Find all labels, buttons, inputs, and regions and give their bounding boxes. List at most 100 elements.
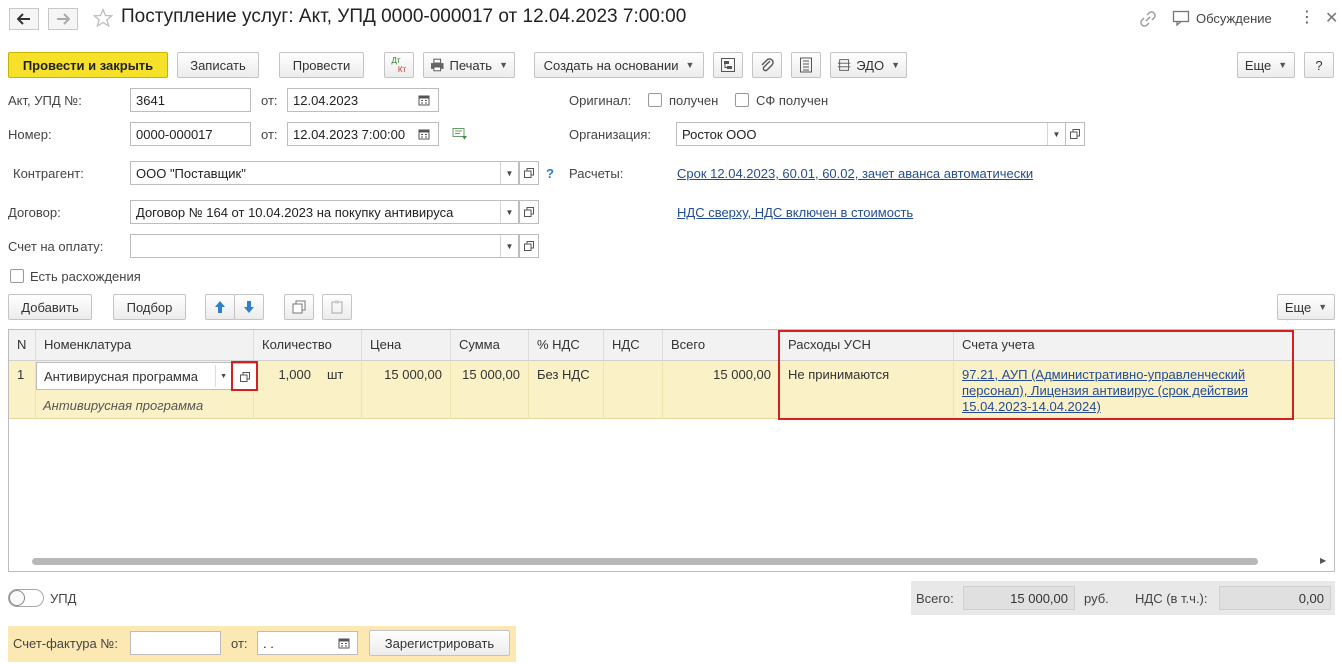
chevron-down-icon[interactable]: ▼ [500,201,518,223]
vat-rate-cell[interactable]: Без НДС [529,361,604,419]
dt-kt-button[interactable]: Дт Кт [384,52,414,78]
print-button[interactable]: Печать ▼ [423,52,515,78]
open-icon [1070,129,1080,139]
payments-link[interactable]: Срок 12.04.2023, 60.01, 60.02, зачет ава… [677,166,1033,181]
close-icon[interactable]: ✕ [1325,8,1338,28]
calendar-icon[interactable] [415,94,433,106]
invoice-field[interactable]: ▼ [130,234,519,258]
sf-received-checkbox[interactable] [735,93,749,107]
chevron-down-icon: ▼ [499,60,508,70]
discussion-label: Обсуждение [1196,10,1272,26]
organization-open-button[interactable] [1065,122,1085,146]
create-based-on-button[interactable]: Создать на основании ▼ [534,52,704,78]
sf-date-field[interactable]: . . [257,631,358,655]
paste-button[interactable] [322,294,352,320]
move-down-button[interactable] [234,294,264,320]
more-button[interactable]: Еще ▼ [1237,52,1295,78]
edo-label: ЭДО [856,57,885,73]
sf-number-field[interactable] [130,631,221,655]
item-input[interactable]: Антивирусная программа ▼ [36,362,235,390]
upd-label: УПД [50,591,77,606]
counterparty-field[interactable]: ООО "Поставщик" ▼ [130,161,519,185]
back-button[interactable] [9,8,39,30]
history-icon[interactable] [452,127,468,144]
chevron-down-icon[interactable]: ▼ [500,235,518,257]
totals-panel: Всего: 15 000,00 руб. НДС (в т.ч.): 0,00 [911,581,1335,615]
act-date-from-label: от: [261,93,278,108]
help-button[interactable]: ? [1304,52,1334,78]
unit-cell[interactable]: шт [319,361,362,419]
discussion-button[interactable]: Обсуждение [1172,10,1272,26]
act-number-field[interactable]: 3641 [130,88,251,112]
counterparty-open-button[interactable] [519,161,539,185]
col-sum[interactable]: Сумма [451,330,529,361]
more-label: Еще [1244,57,1272,73]
price-cell[interactable]: 15 000,00 [362,361,451,419]
copy-row-button[interactable] [284,294,314,320]
col-item[interactable]: Номенклатура [36,330,254,361]
post-and-close-button[interactable]: Провести и закрыть [8,52,168,78]
calendar-icon[interactable] [336,637,352,649]
forward-button[interactable] [48,8,78,30]
quantity-cell[interactable]: 1,000 [262,361,319,419]
open-icon [524,168,534,178]
contract-open-button[interactable] [519,200,539,224]
item-cell[interactable]: Антивирусная программа ▼ Антивирусная пр… [36,361,254,419]
vat-included-label: НДС (в т.ч.): [1135,591,1208,606]
star-icon[interactable] [92,7,114,31]
sum-cell[interactable]: 15 000,00 [451,361,529,419]
open-icon [524,207,534,217]
discrepancy-checkbox[interactable] [10,269,24,283]
number-field[interactable]: 0000-000017 [130,122,251,146]
chevron-down-icon[interactable]: ▼ [500,162,518,184]
number-date-field[interactable]: 12.04.2023 7:00:00 [287,122,439,146]
currency-label: руб. [1084,591,1109,606]
item-subtitle: Антивирусная программа [43,398,204,413]
report-button[interactable] [791,52,821,78]
upd-toggle[interactable] [8,589,44,607]
col-n[interactable]: N [9,330,36,361]
col-total[interactable]: Всего [663,330,780,361]
col-vat-rate[interactable]: % НДС [529,330,604,361]
vat-mode-link[interactable]: НДС сверху, НДС включен в стоимость [677,205,913,220]
link-icon[interactable] [1139,10,1157,31]
contract-label: Договор: [8,205,61,220]
attachments-button[interactable] [752,52,782,78]
col-vat[interactable]: НДС [604,330,663,361]
table-more-button[interactable]: Еще ▼ [1277,294,1335,320]
organization-label: Организация: [569,127,652,142]
post-button[interactable]: Провести [279,52,364,78]
chevron-down-icon: ▼ [685,60,695,70]
register-button[interactable]: Зарегистрировать [369,630,510,656]
discrepancy-label: Есть расхождения [30,269,141,284]
col-quantity[interactable]: Количество [254,330,362,361]
calendar-icon[interactable] [415,128,433,140]
document-list-icon [800,57,812,73]
horizontal-scrollbar[interactable]: ▶ [10,556,1326,566]
add-row-button[interactable]: Добавить [8,294,92,320]
total-cell[interactable]: 15 000,00 [663,361,780,419]
received-checkbox[interactable] [648,93,662,107]
counterparty-label: Контрагент: [13,166,84,181]
act-date-field[interactable]: 12.04.2023 [287,88,439,112]
structure-button[interactable] [713,52,743,78]
chevron-down-icon[interactable]: ▼ [215,365,227,387]
save-button[interactable]: Записать [177,52,259,78]
kebab-menu-icon[interactable]: ⋮ [1299,9,1315,27]
row-number: 1 [9,361,36,419]
invoice-open-button[interactable] [519,234,539,258]
pick-button[interactable]: Подбор [113,294,186,320]
col-price[interactable]: Цена [362,330,451,361]
sf-date-from-label: от: [231,636,248,651]
contract-field[interactable]: Договор № 164 от 10.04.2023 на покупку а… [130,200,519,224]
chevron-down-icon[interactable]: ▼ [1047,123,1065,145]
chevron-down-icon: ▼ [1278,60,1288,70]
open-icon [524,241,534,251]
move-up-button[interactable] [205,294,235,320]
vat-cell[interactable] [604,361,663,419]
edo-button[interactable]: ЭДО ▼ [830,52,907,78]
scroll-right-icon[interactable]: ▶ [1320,556,1326,565]
scrollbar-thumb[interactable] [32,558,1258,565]
help-question-icon[interactable]: ? [546,166,554,181]
organization-field[interactable]: Росток ООО ▼ [676,122,1066,146]
